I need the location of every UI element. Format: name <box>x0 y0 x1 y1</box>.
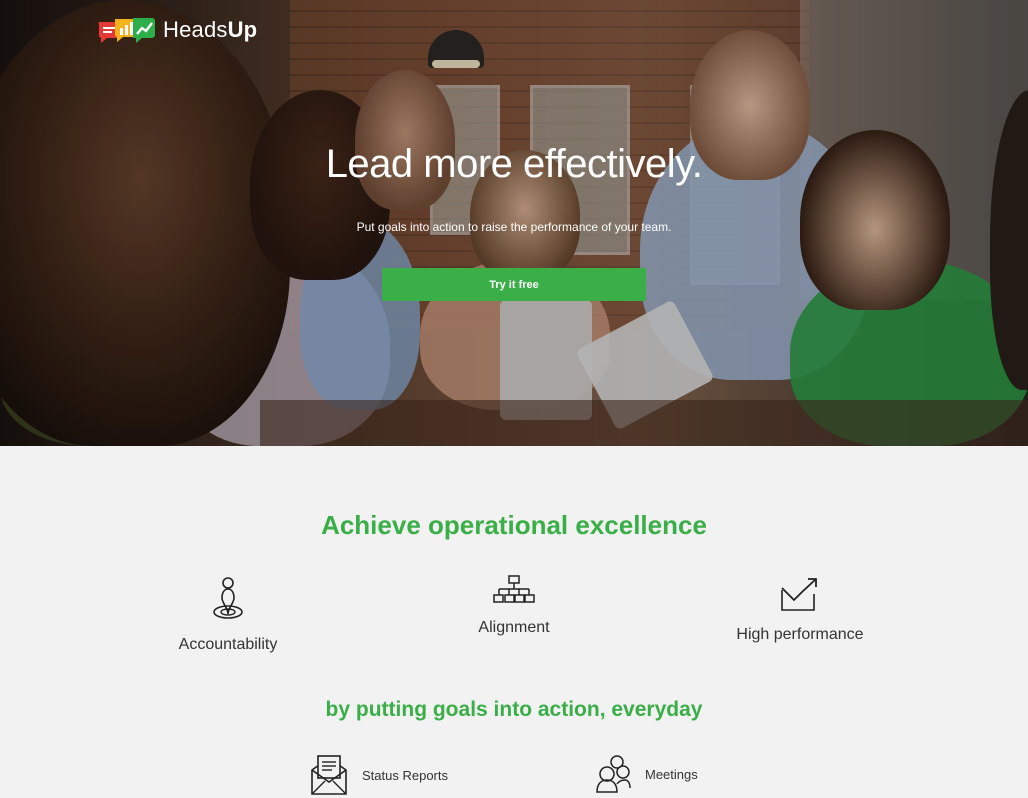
feature-high-performance: High performance <box>720 576 880 644</box>
logo-mark-icon <box>97 14 157 46</box>
hero-subtitle: Put goals into action to raise the perfo… <box>356 220 672 234</box>
logo-text-bold: Up <box>227 17 258 42</box>
hero-section: HeadsUp Lead more effectively. Put goals… <box>0 0 1028 446</box>
feature-label: High performance <box>736 626 864 643</box>
item-meetings: Meetings <box>595 754 698 794</box>
envelope-report-icon <box>311 755 347 795</box>
item-label: Meetings <box>645 766 698 782</box>
person-target-icon <box>213 577 243 619</box>
feature-label: Accountability <box>178 636 278 653</box>
section-title-goals: by putting goals into action, everyday <box>325 698 703 721</box>
section-title-excellence: Achieve operational excellence <box>321 510 707 540</box>
hero-title: Lead more effectively. <box>325 142 703 186</box>
org-chart-icon <box>493 575 535 603</box>
logo-text: HeadsUp <box>163 17 257 43</box>
headsup-logo[interactable]: HeadsUp <box>97 14 257 46</box>
feature-accountability: Accountability <box>148 576 308 654</box>
item-status-reports: Status Reports <box>310 754 448 796</box>
feature-label: Alignment <box>478 619 550 636</box>
growth-chart-icon <box>781 578 817 611</box>
feature-alignment: Alignment <box>434 575 594 637</box>
item-label: Status Reports <box>362 767 448 783</box>
try-it-free-button[interactable]: Try it free <box>382 268 646 301</box>
meeting-people-icon <box>596 755 631 793</box>
logo-text-light: Heads <box>163 17 228 42</box>
